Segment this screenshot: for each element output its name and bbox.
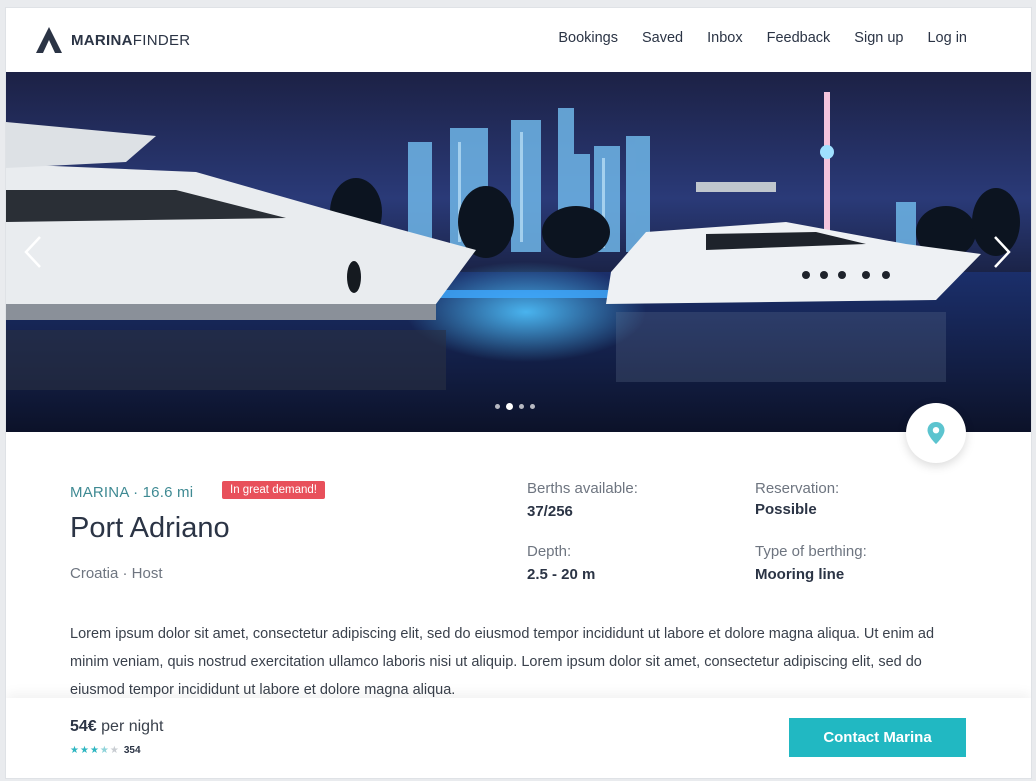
photo-gallery[interactable]	[6, 72, 1031, 432]
rating-stars: ★ ★ ★ ★ ★	[70, 744, 120, 756]
next-slide-button[interactable]	[987, 234, 1015, 270]
berthing-value: Mooring line	[755, 566, 845, 583]
contact-marina-button[interactable]: Contact Marina	[789, 718, 966, 757]
booking-bar: 54€ per night ★ ★ ★ ★ ★ 354 Contact Mari…	[6, 698, 1031, 778]
berths-value: 37/256	[527, 503, 573, 520]
slide-indicator	[495, 403, 541, 410]
nav-sign-up[interactable]: Sign up	[854, 30, 903, 46]
slide-dot-2[interactable]	[506, 403, 513, 410]
berthing-type: Type of berthing: Mooring line	[755, 543, 867, 583]
chevron-left-icon	[24, 236, 41, 268]
reservation-value: Possible	[755, 501, 817, 518]
chevron-right-icon	[994, 236, 1011, 268]
depth-info: Depth: 2.5 - 20 m	[527, 543, 595, 583]
nav-feedback[interactable]: Feedback	[767, 30, 831, 46]
nav-log-in[interactable]: Log in	[927, 30, 967, 46]
depth-value: 2.5 - 20 m	[527, 566, 596, 583]
nav-bookings[interactable]: Bookings	[558, 30, 618, 46]
slide-dot-1[interactable]	[495, 404, 500, 409]
listing-title: Port Adriano	[70, 512, 230, 544]
demand-badge: In great demand!	[222, 481, 325, 499]
star-outline-icon: ★	[109, 744, 119, 756]
berths-label: Berths available:	[527, 480, 638, 497]
map-pin-icon	[927, 422, 945, 444]
brand-name: MARINAFINDER	[71, 31, 191, 49]
star-icon: ★	[79, 744, 89, 756]
price-unit: per night	[101, 718, 164, 735]
nav-saved[interactable]: Saved	[642, 30, 683, 46]
brand-logo[interactable]: MARINAFINDER	[34, 25, 190, 55]
star-icon: ★	[70, 744, 79, 756]
rating: ★ ★ ★ ★ ★ 354	[70, 745, 141, 756]
listing-kicker: MARINA · 16.6 mi	[70, 484, 194, 501]
slide-dot-3[interactable]	[519, 404, 524, 409]
prev-slide-button[interactable]	[20, 234, 48, 270]
half-star-icon: ★	[99, 744, 109, 756]
app-window: MARINAFINDER Bookings Saved Inbox Feedba…	[5, 7, 1032, 779]
top-navbar: MARINAFINDER Bookings Saved Inbox Feedba…	[6, 8, 1031, 72]
berths-available: Berths available: 37/256	[527, 480, 638, 520]
reservation-info: Reservation: Possible	[755, 480, 839, 518]
berthing-label: Type of berthing:	[755, 543, 867, 560]
map-button[interactable]	[906, 403, 966, 463]
review-count: 354	[123, 745, 141, 756]
reservation-label: Reservation:	[755, 480, 840, 497]
gallery-image	[6, 72, 1031, 432]
listing-subtitle: Croatia · Host	[70, 565, 163, 582]
price-amount: 54€	[70, 718, 97, 735]
star-icon: ★	[89, 744, 99, 756]
price: 54€ per night	[70, 718, 163, 736]
logo-icon	[36, 27, 62, 53]
listing-description: Lorem ipsum dolor sit amet, consectetur …	[70, 626, 935, 698]
depth-label: Depth:	[527, 543, 572, 560]
nav-inbox[interactable]: Inbox	[707, 30, 742, 46]
slide-dot-4[interactable]	[530, 404, 535, 409]
main-nav: Bookings Saved Inbox Feedback Sign up Lo…	[534, 30, 967, 46]
